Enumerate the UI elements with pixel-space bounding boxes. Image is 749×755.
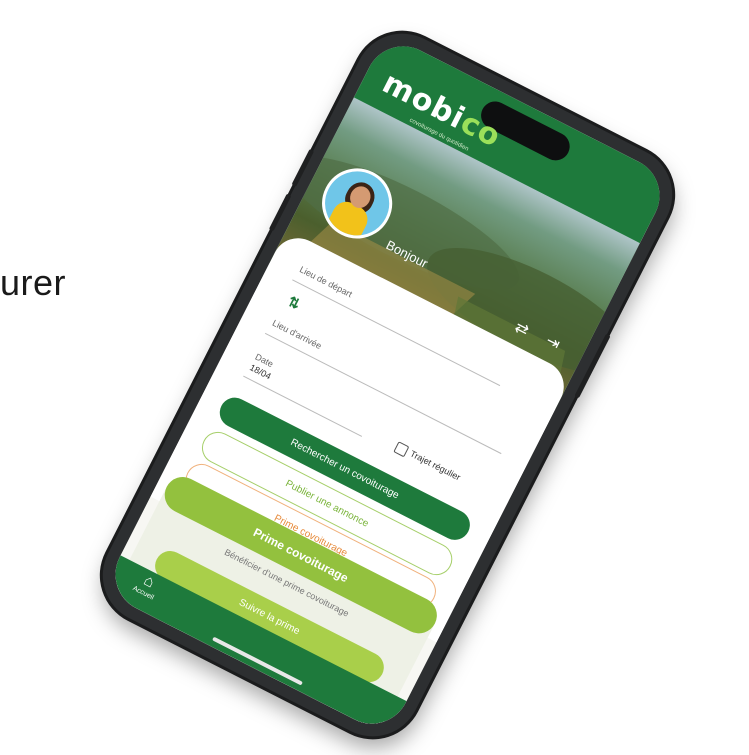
phone-mockup: mobico covoiturage du quotidien Bonjour … bbox=[86, 17, 689, 753]
arrival-field[interactable]: Lieu d'arrivée bbox=[271, 318, 323, 351]
app-screen: mobico covoiturage du quotidien Bonjour … bbox=[102, 33, 673, 737]
background-partial-text: urer bbox=[0, 262, 67, 303]
regular-trip-label: Trajet régulier bbox=[408, 448, 463, 483]
nav-home[interactable]: ⌂ Accueil bbox=[131, 569, 162, 602]
swap-icon[interactable]: ⇅ bbox=[285, 293, 303, 313]
departure-field[interactable]: Lieu de départ bbox=[298, 264, 354, 299]
regular-trip-checkbox[interactable] bbox=[393, 441, 410, 458]
